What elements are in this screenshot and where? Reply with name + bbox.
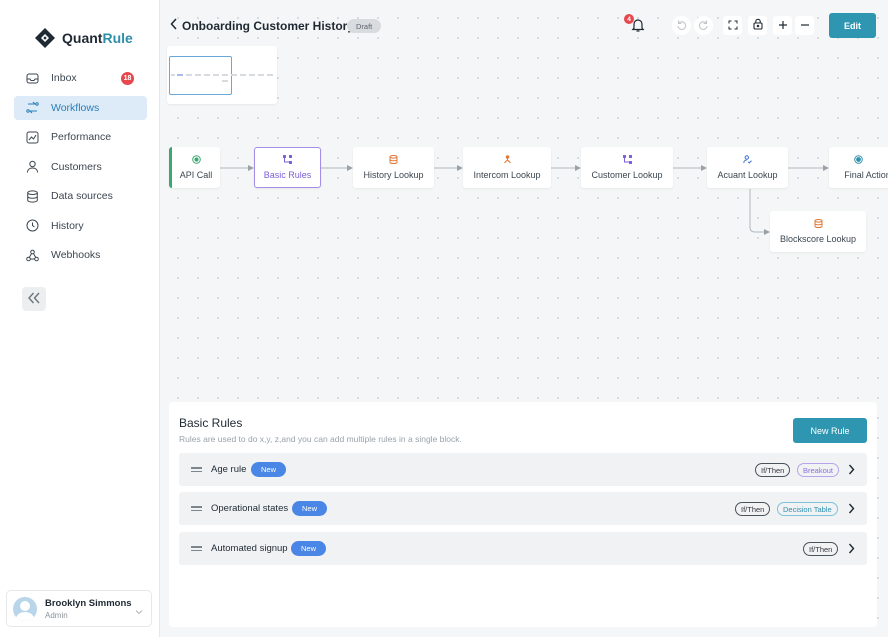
user-name: Brooklyn Simmons xyxy=(45,597,132,609)
new-badge: New xyxy=(292,501,328,516)
sidebar-item-label: History xyxy=(51,219,84,232)
user-check-icon xyxy=(743,155,752,164)
sidebar-item-label: Performance xyxy=(51,131,112,143)
sidebar-item-performance[interactable]: Performance xyxy=(14,125,147,149)
rule-row-automated-signup[interactable]: Automated signup New If/Then xyxy=(179,532,867,565)
logo-text: QuantRule xyxy=(62,30,133,46)
inbox-count-badge: 18 xyxy=(121,72,134,85)
workflow-icon xyxy=(26,101,39,114)
target-icon xyxy=(191,155,201,164)
rule-row-age-rule[interactable]: Age rule New If/Then Breakout xyxy=(179,453,867,486)
sidebar-item-label: Inbox xyxy=(51,72,77,84)
clock-icon xyxy=(26,219,39,232)
network-icon xyxy=(503,155,512,164)
avatar xyxy=(13,596,37,621)
node-label: Customer Lookup xyxy=(591,170,663,180)
flow-node-intercom-lookup[interactable]: Intercom Lookup xyxy=(463,147,551,188)
sidebar-item-label: Workflows xyxy=(51,101,100,114)
logo-suffix: Rule xyxy=(102,30,133,46)
webhook-icon xyxy=(26,249,39,262)
logo-prefix: Quant xyxy=(62,30,103,46)
rules-panel: Basic Rules Rules are used to do x,y, z,… xyxy=(169,402,877,627)
chevron-down-icon xyxy=(135,604,143,618)
sidebar-item-label: Data sources xyxy=(51,190,113,202)
node-label: Basic Rules xyxy=(263,170,312,180)
flow-node-final-action[interactable]: Final Action xyxy=(829,147,888,188)
tag-if-then: If/Then xyxy=(755,463,791,477)
user-profile-card[interactable]: Brooklyn Simmons Admin xyxy=(6,590,152,627)
node-label: Acuant Lookup xyxy=(717,170,778,180)
new-rule-button[interactable]: New Rule xyxy=(793,418,867,443)
tag-breakout: Breakout xyxy=(797,463,840,477)
user-icon xyxy=(26,160,39,173)
user-role: Admin xyxy=(45,610,68,620)
drag-handle-icon[interactable] xyxy=(191,506,202,511)
node-label: Intercom Lookup xyxy=(473,170,541,180)
sidebar-item-customers[interactable]: Customers xyxy=(14,155,147,179)
logo-icon xyxy=(34,27,56,49)
double-chevron-left-icon xyxy=(27,292,41,307)
target-icon xyxy=(854,155,863,164)
new-badge: New xyxy=(291,541,327,556)
chart-icon xyxy=(26,131,39,144)
database-icon xyxy=(26,189,39,203)
sidebar-item-label: Webhooks xyxy=(51,249,101,261)
node-label: API Call xyxy=(179,170,213,180)
flow-node-history-lookup[interactable]: History Lookup xyxy=(353,147,434,188)
panel-title: Basic Rules xyxy=(179,416,243,430)
node-label: Blockscore Lookup xyxy=(779,234,857,244)
sidebar-nav: Inbox 18 Workflows Performance Customers xyxy=(14,66,147,273)
rule-name: Automated signup xyxy=(211,543,288,554)
flow-node-customer-lookup[interactable]: Customer Lookup xyxy=(581,147,673,188)
panel-description: Rules are used to do x,y, z,and you can … xyxy=(179,434,462,444)
chevron-right-icon[interactable] xyxy=(848,543,855,557)
rules-icon xyxy=(622,155,632,164)
sidebar-item-label: Customers xyxy=(51,160,102,173)
new-badge: New xyxy=(251,462,287,477)
logo[interactable]: QuantRule xyxy=(34,27,133,49)
sidebar-item-webhooks[interactable]: Webhooks xyxy=(14,243,147,267)
sidebar-item-inbox[interactable]: Inbox 18 xyxy=(14,66,147,90)
sidebar-item-workflows[interactable]: Workflows xyxy=(14,95,147,120)
flow-node-basic-rules[interactable]: Basic Rules xyxy=(254,147,321,188)
flow-node-api-call[interactable]: API Call xyxy=(169,147,220,188)
drag-handle-icon[interactable] xyxy=(191,467,202,472)
sidebar: QuantRule Inbox 18 Workflows Performance xyxy=(0,0,160,637)
tag-if-then: If/Then xyxy=(735,502,771,516)
tag-decision-table: Decision Table xyxy=(777,502,838,516)
tag-if-then: If/Then xyxy=(803,542,839,556)
rules-icon xyxy=(283,155,292,164)
rule-name: Age rule xyxy=(211,464,247,475)
drag-handle-icon[interactable] xyxy=(191,546,202,551)
inbox-icon xyxy=(26,72,39,85)
sidebar-item-data-sources[interactable]: Data sources xyxy=(14,184,147,208)
flow-node-acuant-lookup[interactable]: Acuant Lookup xyxy=(707,147,788,188)
database-icon xyxy=(389,155,398,164)
node-label: History Lookup xyxy=(363,170,424,180)
workflow-canvas[interactable]: Onboarding Customer History Draft 4 Edit… xyxy=(160,0,888,637)
rule-name: Operational states xyxy=(211,503,289,514)
database-icon xyxy=(814,219,823,228)
chevron-right-icon[interactable] xyxy=(848,503,855,517)
collapse-sidebar-button[interactable] xyxy=(22,287,46,311)
sidebar-item-history[interactable]: History xyxy=(14,214,147,238)
chevron-right-icon[interactable] xyxy=(848,464,855,478)
rule-row-operational-states[interactable]: Operational states New If/Then Decision … xyxy=(179,492,867,525)
node-label: Final Action xyxy=(844,170,888,180)
flow-node-blockscore-lookup[interactable]: Blockscore Lookup xyxy=(770,211,866,252)
edge-acuant-blockscore xyxy=(749,189,770,235)
user-info: Brooklyn Simmons Admin xyxy=(45,598,132,620)
